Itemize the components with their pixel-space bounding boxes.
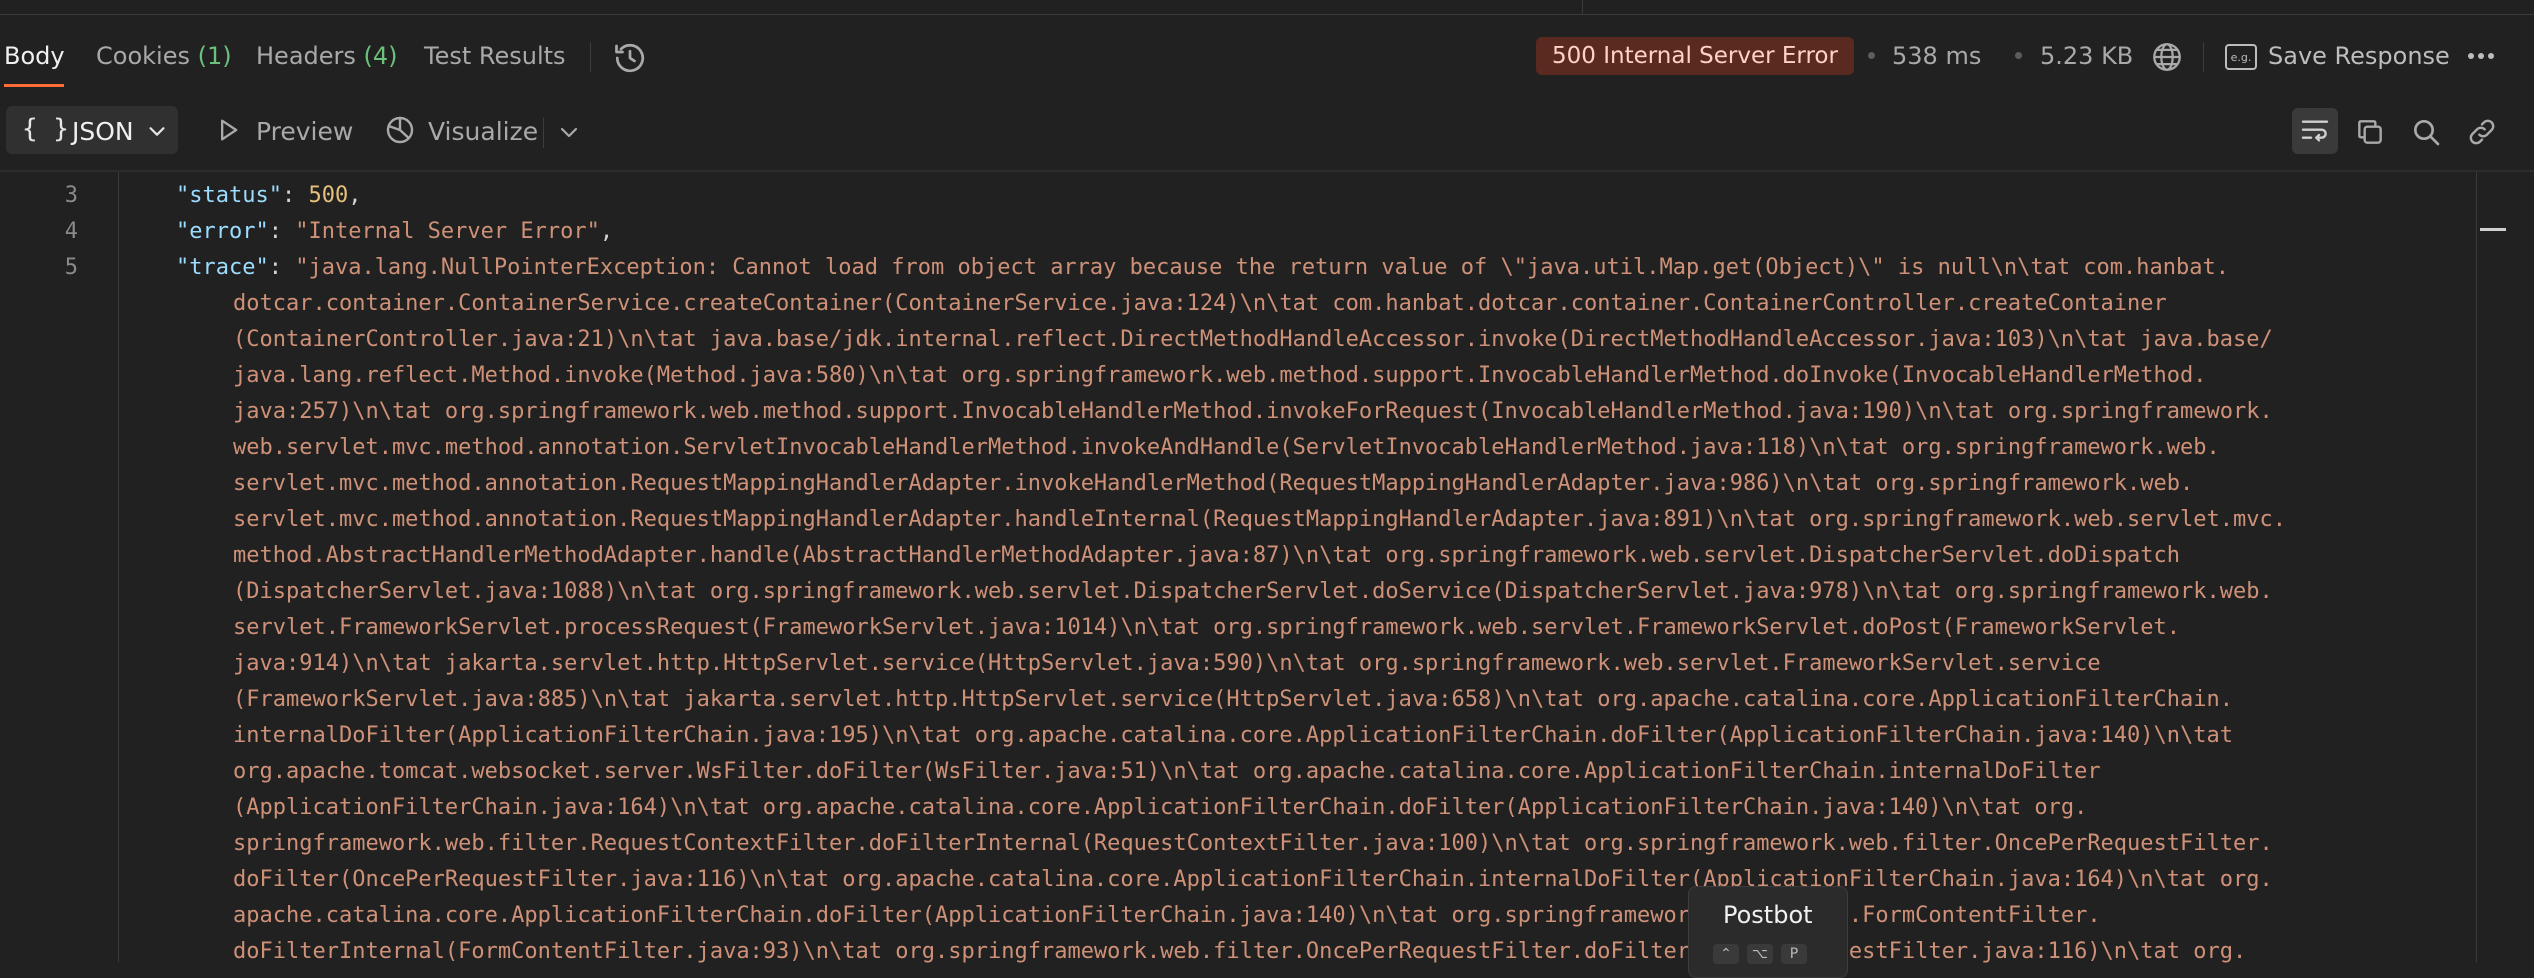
response-toolbar: { } JSON Preview Visualize	[0, 100, 2534, 162]
trace-continuation-line: method.AbstractHandlerMethodAdapter.hand…	[233, 543, 2181, 568]
code-line: "error": "Internal Server Error",	[176, 219, 614, 244]
tab-headers-count: (4)	[363, 42, 398, 70]
history-icon[interactable]	[612, 40, 648, 76]
trace-continuation-line: java:914)\n\tat jakarta.servlet.http.Htt…	[233, 651, 2101, 676]
tab-cookies-label: Cookies	[96, 42, 190, 70]
tab-cookies[interactable]: Cookies (1)	[96, 42, 232, 70]
meta-divider	[2203, 42, 2204, 72]
meta-separator-dot	[2015, 52, 2022, 59]
chevron-down-icon	[149, 127, 165, 136]
tab-body-label: Body	[4, 42, 65, 70]
trace-continuation-line: servlet.mvc.method.annotation.RequestMap…	[233, 471, 2194, 496]
search-icon[interactable]	[2410, 116, 2442, 148]
json-key: "error"	[176, 219, 269, 244]
trace-continuation-line: servlet.FrameworkServlet.processRequest(…	[233, 615, 2181, 640]
shortcut-key: P	[1781, 944, 1807, 964]
line-number: 4	[64, 219, 78, 244]
meta-separator-dot	[1868, 52, 1875, 59]
json-value: "Internal Server Error"	[295, 219, 600, 244]
tab-cookies-count: (1)	[197, 42, 232, 70]
shortcut-key: ⌃	[1713, 944, 1739, 964]
link-icon[interactable]	[2466, 116, 2498, 148]
visualize-icon	[386, 116, 414, 144]
play-icon	[221, 119, 238, 141]
wrap-lines-button[interactable]	[2292, 108, 2338, 154]
format-select[interactable]: { } JSON	[6, 106, 178, 154]
trace-continuation-line: java.lang.reflect.Method.invoke(Method.j…	[233, 363, 2207, 388]
trace-continuation-line: org.apache.tomcat.websocket.server.WsFil…	[233, 759, 2101, 784]
chevron-down-icon[interactable]	[557, 120, 581, 144]
trace-continuation-line: (DispatcherServlet.java:1088)\n\tat org.…	[233, 579, 2273, 604]
line-number: 5	[64, 255, 78, 280]
code-line: "trace": "java.lang.NullPointerException…	[176, 255, 2230, 280]
response-time[interactable]: 538 ms	[1892, 42, 1981, 70]
trace-continuation-line: servlet.mvc.method.annotation.RequestMap…	[233, 507, 2286, 532]
more-options-icon[interactable]	[2466, 44, 2496, 68]
tab-test-results-label: Test Results	[424, 42, 566, 70]
trace-continuation-line: (FrameworkServlet.java:885)\n\tat jakart…	[233, 687, 2234, 712]
trace-continuation-line: springframework.web.filter.RequestContex…	[233, 831, 2273, 856]
minimap-divider	[2476, 172, 2477, 962]
top-strip-divider	[1582, 0, 1583, 14]
trace-continuation-line: internalDoFilter(ApplicationFilterChain.…	[233, 723, 2234, 748]
wrap-lines-icon	[2301, 120, 2329, 142]
tab-headers[interactable]: Headers (4)	[256, 42, 398, 70]
tab-test-results[interactable]: Test Results	[424, 42, 566, 70]
trace-continuation-line: java:257)\n\tat org.springframework.web.…	[233, 399, 2273, 424]
format-label: JSON	[72, 117, 134, 146]
globe-icon[interactable]	[2150, 40, 2184, 74]
tab-body[interactable]: Body	[4, 42, 65, 70]
gutter-divider	[118, 172, 119, 962]
trace-continuation-line: doFilterInternal(FormContentFilter.java:…	[233, 939, 2247, 964]
json-value: 500	[308, 183, 349, 208]
trace-continuation-line: dotcar.container.ContainerService.create…	[233, 291, 2167, 316]
json-key: "status"	[176, 183, 282, 208]
copy-icon[interactable]	[2354, 116, 2386, 148]
save-response-button[interactable]: Save Response	[2268, 42, 2450, 70]
toolbar-divider	[543, 118, 544, 148]
shortcut-key: ⌥	[1747, 944, 1773, 964]
trace-continuation-line: (ContainerController.java:21)\n\tat java…	[233, 327, 2273, 352]
postbot-tooltip[interactable]: Postbot ⌃ ⌥ P	[1688, 886, 1848, 978]
postbot-title: Postbot	[1723, 901, 1813, 929]
postbot-shortcut: ⌃ ⌥ P	[1713, 943, 1823, 964]
example-icon: e.g.	[2225, 44, 2257, 70]
status-badge[interactable]: 500 Internal Server Error	[1536, 37, 1854, 75]
example-icon-text: e.g.	[2231, 51, 2252, 64]
toolbar-bottom-border	[0, 170, 2534, 172]
tabs-divider	[590, 42, 591, 72]
response-tabs: Body Cookies (1) Headers (4) Test Result…	[0, 26, 2534, 88]
top-strip	[0, 0, 2534, 15]
trace-continuation-line: web.servlet.mvc.method.annotation.Servle…	[233, 435, 2220, 460]
active-tab-indicator	[4, 84, 64, 87]
trace-continuation-line: (ApplicationFilterChain.java:164)\n\tat …	[233, 795, 2088, 820]
line-number: 3	[64, 183, 78, 208]
code-line: "status": 500,	[176, 183, 362, 208]
response-size[interactable]: 5.23 KB	[2040, 42, 2133, 70]
json-value: "java.lang.NullPointerException: Cannot …	[295, 255, 2230, 280]
format-braces-icon: { }	[22, 114, 69, 144]
preview-label: Preview	[256, 117, 354, 146]
visualize-button[interactable]: Visualize	[382, 106, 538, 154]
tab-headers-label: Headers	[256, 42, 356, 70]
scroll-position-marker[interactable]	[2480, 228, 2506, 231]
trace-continuation-line: doFilter(OncePerRequestFilter.java:116)\…	[233, 867, 2273, 892]
json-key: "trace"	[176, 255, 269, 280]
visualize-label: Visualize	[428, 117, 539, 146]
preview-button[interactable]: Preview	[210, 106, 354, 154]
